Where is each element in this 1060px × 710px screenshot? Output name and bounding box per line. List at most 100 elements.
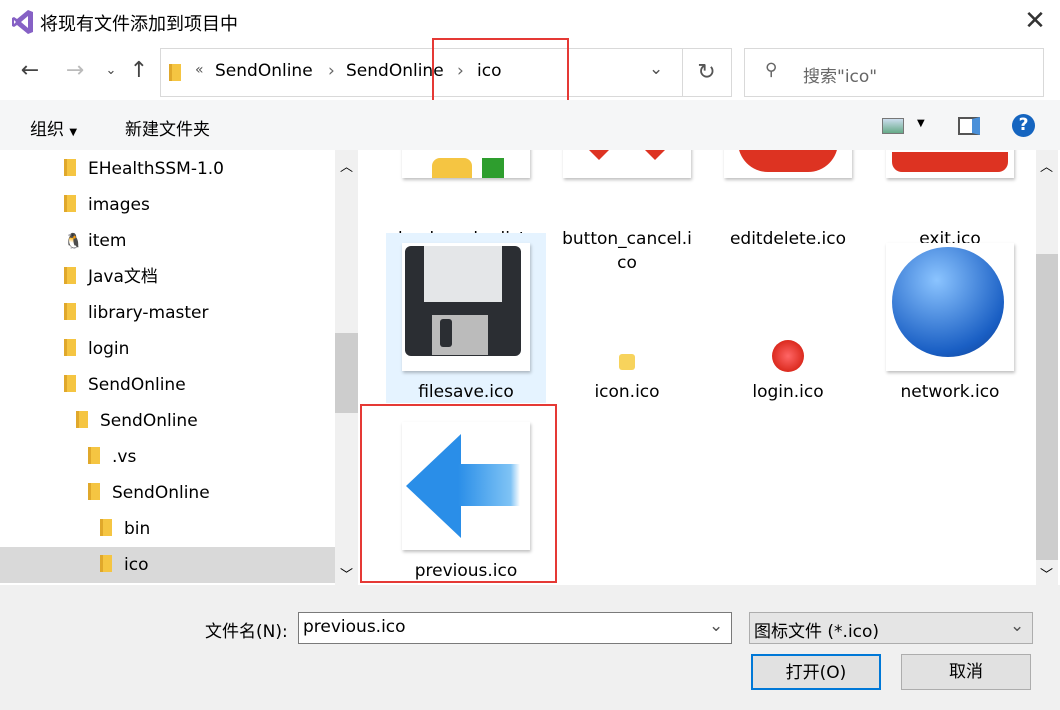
tree-item-label: login [88,339,130,359]
filename-input[interactable]: previous.ico ⌄ [298,612,732,644]
navigation-pane: EHealthSSM-1.0 images 🐧 item Java文档 library-m… [0,150,335,585]
qq-penguin-icon: 🐧 [64,232,83,250]
address-dropdown-icon[interactable]: ⌄ [649,59,663,79]
view-options-icon[interactable] [882,118,904,134]
folder-icon [64,303,76,320]
folder-icon [88,447,100,464]
file-name-line: icon.ico [594,382,660,402]
tree-item-label: EHealthSSM-1.0 [88,159,224,179]
annotation-box [360,404,557,583]
file-name: login.ico [708,380,868,404]
filetype-select[interactable]: 图标文件 (*.ico) ⌄ [749,612,1033,644]
chevron-down-icon[interactable]: ⌄ [1010,616,1024,636]
scroll-down-icon[interactable]: ﹀ [1040,564,1053,583]
exit-icon [886,150,1014,178]
tree-item[interactable]: SendOnline [0,475,335,511]
file-item[interactable]: login.ico [708,233,868,403]
tree-item-label: bin [124,519,151,539]
help-icon[interactable]: ? [1012,114,1035,137]
tree-item-label: images [88,195,150,215]
cancel-button[interactable]: 取消 [901,654,1031,690]
folder-icon [169,64,181,81]
file-item[interactable]: exit.ico [870,150,1030,249]
tree-item[interactable]: login [0,331,335,367]
view-dropdown-icon[interactable]: ▼ [917,118,925,129]
tree-item[interactable]: SendOnline [0,403,335,439]
recent-locations-chevron-icon[interactable]: ⌄ [98,63,124,93]
tree-item[interactable]: 🐧 item [0,223,335,259]
file-item[interactable]: editdelete.ico [708,150,868,249]
bookmarks-list-add-icon [402,150,530,178]
tree-item[interactable]: .vs [0,439,335,475]
tree-item-label: item [88,231,127,251]
open-button[interactable]: 打开(O) [751,654,881,690]
forward-button[interactable]: → [62,58,88,88]
new-folder-button[interactable]: 新建文件夹 [125,115,210,140]
address-bar[interactable]: « SendOnline › SendOnline › ico ⌄ [160,48,683,97]
tree-item[interactable]: SendOnline [0,367,335,403]
tree-item[interactable]: Java文档 [0,259,335,295]
folder-icon [100,519,112,536]
organize-menu[interactable]: 组织 ▼ [30,115,77,140]
up-button[interactable]: ↑ [126,58,152,88]
icon-icon [619,354,635,370]
refresh-button[interactable]: ↻ [682,48,732,97]
scroll-down-icon[interactable]: ﹀ [340,564,353,583]
folder-icon [64,375,76,392]
file-name-line: filesave.ico [418,382,514,402]
visual-studio-icon [12,10,33,34]
back-button[interactable]: ← [17,58,43,88]
file-name-line: login.ico [752,382,824,402]
scroll-up-icon[interactable]: ︿ [1040,156,1053,175]
file-item[interactable]: button_cancel.i co [547,150,707,273]
tree-item-label: Java文档 [88,267,158,287]
tree-item[interactable]: bin [0,511,335,547]
file-name: filesave.ico [386,380,546,404]
search-placeholder: 搜索"ico" [803,67,878,87]
tree-item-label: SendOnline [88,375,186,395]
filetype-value: 图标文件 (*.ico) [754,622,880,642]
folder-icon [64,195,76,212]
filesave-icon [402,243,530,371]
tree-item[interactable]: images [0,187,335,223]
breadcrumb-item[interactable]: SendOnline [215,61,313,81]
file-item[interactable]: icon.ico [547,233,707,403]
breadcrumb-separator-icon[interactable]: › [328,61,335,81]
file-item[interactable]: bookmarks_list_add.ico [386,150,546,273]
preview-pane-icon[interactable] [958,117,980,135]
footer: 文件名(N): previous.ico ⌄ 图标文件 (*.ico) ⌄ 打开… [0,585,1060,710]
folder-icon [64,159,76,176]
scroll-up-icon[interactable]: ︿ [340,156,353,175]
file-name: network.ico [870,380,1030,404]
tree-item[interactable]: library-master [0,295,335,331]
network-icon [886,243,1014,371]
filename-value: previous.ico [303,617,406,637]
breadcrumb-item[interactable]: SendOnline [346,61,444,81]
search-input[interactable]: ⚲ 搜索"ico" [744,48,1044,97]
tree-item[interactable]: ico [0,547,335,583]
tree-item-label: ico [124,555,149,575]
overflow-chevron[interactable]: « [195,62,204,78]
file-list: bookmarks_list_add.icobutton_cancel.icoe… [358,150,1036,585]
login-icon [772,340,804,372]
tree-item[interactable]: EHealthSSM-1.0 [0,151,335,187]
scrollbar-thumb[interactable] [1036,254,1058,560]
folder-icon [88,483,100,500]
file-item[interactable]: filesave.ico [386,233,546,403]
annotation-box [432,38,569,106]
editdelete-icon [724,150,852,178]
tree-item-label: .vs [112,447,137,467]
nav-scrollbar[interactable]: ︿ ﹀ [335,150,358,585]
chevron-down-icon[interactable]: ⌄ [709,616,723,636]
file-item[interactable]: network.ico [870,233,1030,403]
search-icon: ⚲ [765,60,778,80]
scrollbar-thumb[interactable] [335,333,358,413]
file-name-line: network.ico [900,382,1000,402]
close-icon[interactable]: ✕ [1020,6,1050,38]
folder-icon [76,411,88,428]
organize-label: 组织 [30,120,64,140]
file-name: icon.ico [547,380,707,404]
tree-item-label: SendOnline [100,411,198,431]
toolbar: 组织 ▼ 新建文件夹 ▼ ? [0,100,1060,150]
content-scrollbar[interactable]: ︿ ﹀ [1036,150,1058,585]
